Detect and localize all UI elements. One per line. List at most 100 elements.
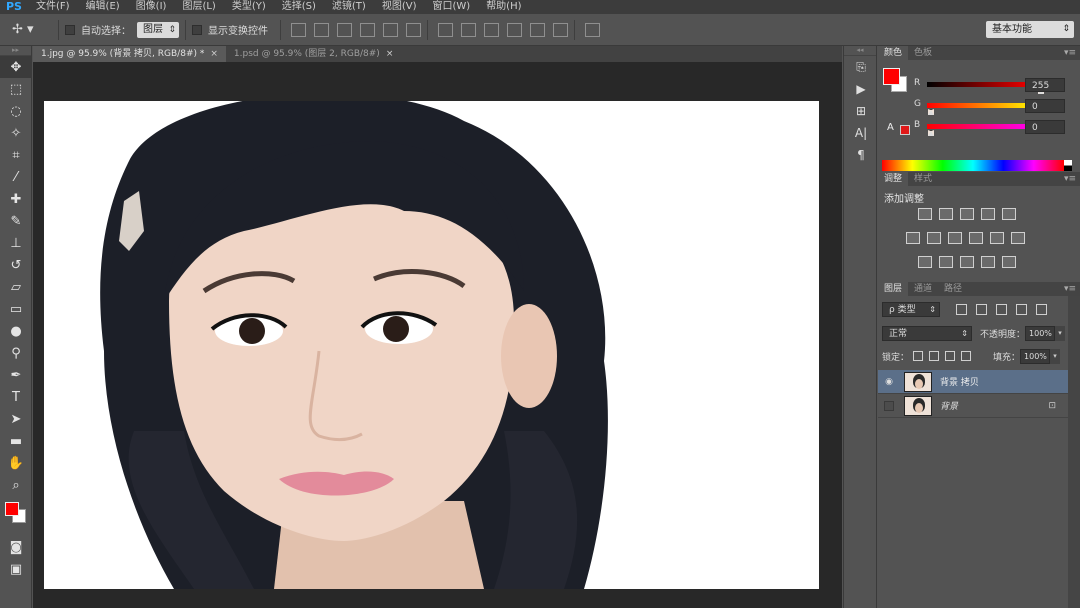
dodge-tool-icon[interactable]: ⚲ [0,342,32,364]
show-transform-checkbox[interactable] [192,24,202,35]
lock-image-icon[interactable] [929,351,940,361]
eyedropper-tool-icon[interactable]: ⁄ [0,166,32,188]
menu-layer[interactable]: 图层(L) [174,1,223,13]
actions-panel-icon[interactable]: ▶ [844,78,878,100]
menu-filter[interactable]: 滤镜(T) [324,1,374,13]
slider-thumb[interactable] [928,109,934,115]
visibility-toggle-icon[interactable] [884,400,894,411]
color-balance-icon[interactable] [927,232,941,244]
vibrance-icon[interactable] [1002,208,1016,220]
threshold-icon[interactable] [960,256,974,268]
slider-track[interactable] [927,124,1037,129]
move-tool-icon[interactable]: ✥ [0,56,32,78]
rectangle-tool-icon[interactable]: ▬ [0,430,32,452]
lasso-tool-icon[interactable]: ◌ [0,100,32,122]
exposure-icon[interactable] [981,208,995,220]
document-tab-1psd[interactable]: 1.psd @ 95.9% (图层 2, RGB/8#) × [226,46,401,62]
curves-icon[interactable] [960,208,974,220]
character-panel-icon[interactable]: A| [844,122,878,144]
blur-tool-icon[interactable]: ● [0,320,32,342]
color-lookup-icon[interactable] [1011,232,1025,244]
black-white-icon[interactable] [948,232,962,244]
distribute-hcenter-icon[interactable] [530,22,545,37]
pen-tool-icon[interactable]: ✒ [0,364,32,386]
tab-adjustments[interactable]: 调整 [878,172,909,186]
close-tab-icon[interactable]: × [386,46,394,62]
hand-tool-icon[interactable]: ✋ [0,452,32,474]
move-tool-preset-icon[interactable]: ✢ ▾ [12,18,52,42]
align-right-icon[interactable] [406,22,421,37]
slider-value[interactable]: 0 [1025,120,1065,134]
channel-mixer-icon[interactable] [990,232,1004,244]
slider-value[interactable]: 0 [1025,99,1065,113]
distribute-right-icon[interactable] [553,22,568,37]
fill-stepper[interactable]: ▾ [1050,348,1061,364]
menu-type[interactable]: 类型(Y) [224,1,274,13]
history-panel-icon[interactable]: ⎘ [844,56,878,78]
auto-select-dropdown[interactable]: 图层 [137,21,179,38]
panel-menu-icon[interactable]: ▾≡ [1064,48,1080,58]
magic-wand-tool-icon[interactable]: ✧ [0,122,32,144]
tab-paths[interactable]: 路径 [938,282,968,296]
menu-file[interactable]: 文件(F) [28,1,78,13]
marquee-tool-icon[interactable]: ⬚ [0,78,32,100]
fill-field[interactable]: 100% [1020,348,1051,364]
filter-type-icon[interactable] [996,303,1007,315]
quick-mask-icon[interactable]: ◙ [0,536,32,558]
color-swatches[interactable] [0,496,32,536]
screen-mode-icon[interactable]: ▣ [0,558,32,580]
gamut-warning-icon[interactable]: A [887,122,894,133]
tab-swatches[interactable]: 色板 [908,46,938,60]
lock-transparent-icon[interactable] [913,351,924,361]
paragraph-panel-icon[interactable]: ¶ [844,144,878,166]
path-selection-tool-icon[interactable]: ➤ [0,408,32,430]
align-top-icon[interactable] [291,22,306,37]
auto-select-checkbox[interactable] [65,24,75,35]
slider-value[interactable]: 255 [1025,78,1065,92]
toolbar-grip[interactable]: ▸▸ [0,46,31,56]
layers-scrollbar[interactable] [1068,296,1080,608]
menu-image[interactable]: 图像(I) [128,1,175,13]
distribute-left-icon[interactable] [507,22,522,37]
blend-mode-dropdown[interactable]: 正常 [882,325,972,341]
gradient-tool-icon[interactable]: ▭ [0,298,32,320]
filter-smart-object-icon[interactable] [1036,303,1047,315]
lock-position-icon[interactable] [945,351,956,361]
menu-edit[interactable]: 编辑(E) [78,1,128,13]
menu-select[interactable]: 选择(S) [274,1,324,13]
gamut-swatch[interactable] [900,125,910,135]
align-vcenter-icon[interactable] [314,22,329,37]
auto-align-icon[interactable] [585,22,600,37]
foreground-color-swatch[interactable] [5,502,19,516]
color-panel-foreground-swatch[interactable] [883,68,900,85]
lock-all-icon[interactable] [961,351,972,361]
levels-icon[interactable] [939,208,953,220]
menu-view[interactable]: 视图(V) [374,1,425,13]
history-brush-tool-icon[interactable]: ↺ [0,254,32,276]
slider-thumb[interactable] [928,130,934,136]
tab-color[interactable]: 颜色 [878,46,909,60]
close-tab-icon[interactable]: × [210,46,218,62]
gradient-map-icon[interactable] [981,256,995,268]
distribute-bottom-icon[interactable] [484,22,499,37]
eraser-tool-icon[interactable]: ▱ [0,276,32,298]
photo-filter-icon[interactable] [969,232,983,244]
menu-help[interactable]: 帮助(H) [478,1,529,13]
panel-menu-icon[interactable]: ▾≡ [1064,174,1080,184]
layer-kind-dropdown[interactable]: ρ 类型 [882,301,940,317]
opacity-stepper[interactable]: ▾ [1055,325,1066,341]
healing-brush-tool-icon[interactable]: ✚ [0,188,32,210]
properties-panel-icon[interactable]: ⊞ [844,100,878,122]
hue-saturation-icon[interactable] [906,232,920,244]
workspace-dropdown[interactable]: 基本功能 [986,21,1074,38]
menu-window[interactable]: 窗口(W) [424,1,478,13]
crop-tool-icon[interactable]: ⌗ [0,144,32,166]
color-spectrum[interactable] [882,160,1072,171]
tab-layers[interactable]: 图层 [878,282,909,296]
filter-shape-icon[interactable] [1016,303,1027,315]
align-bottom-icon[interactable] [337,22,352,37]
type-tool-icon[interactable]: T [0,386,32,408]
slider-track[interactable] [927,103,1037,108]
selective-color-icon[interactable] [1002,256,1016,268]
zoom-tool-icon[interactable]: ⌕ [0,474,32,496]
